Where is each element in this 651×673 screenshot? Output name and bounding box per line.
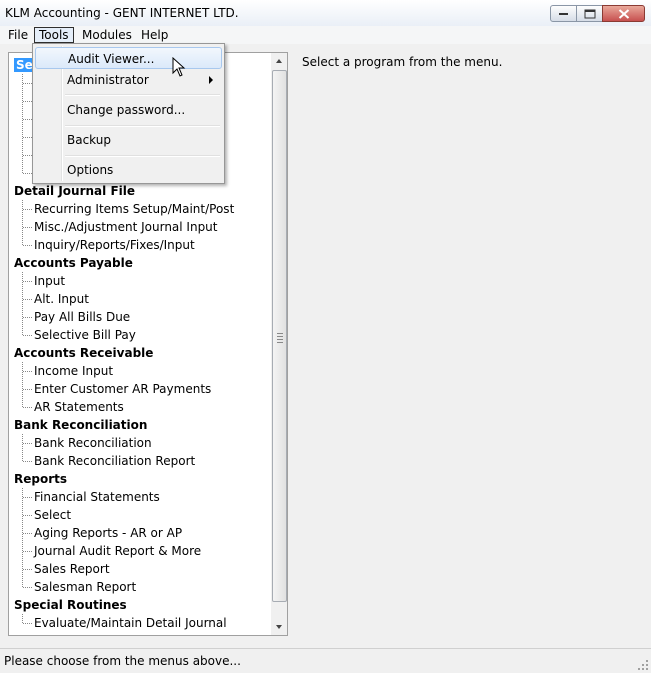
tree-item[interactable]: Enter Customer AR Payments (34, 380, 211, 398)
minimize-button[interactable] (550, 5, 577, 22)
minimize-icon (558, 12, 568, 15)
close-button[interactable] (602, 5, 645, 22)
backup-label: Backup (67, 133, 111, 147)
scroll-up-button[interactable] (271, 53, 287, 69)
menu-separator (65, 155, 220, 157)
tree-category[interactable]: Accounts Receivable (14, 344, 153, 362)
tree-category[interactable]: Bank Reconciliation (14, 416, 147, 434)
scroll-down-button[interactable] (271, 619, 287, 635)
app-window: KLM Accounting - GENT INTERNET LTD. File… (0, 0, 651, 673)
menu-help[interactable]: Help (137, 27, 172, 43)
menu-modules[interactable]: Modules (78, 27, 136, 43)
options-label: Options (67, 163, 114, 177)
tree-item[interactable]: Input (34, 272, 65, 290)
tree-item[interactable]: Select (34, 506, 71, 524)
menu-item-backup[interactable]: Backup (35, 129, 222, 151)
tree-item[interactable]: Inquiry/Reports/Fixes/Input (34, 236, 195, 254)
tree-item[interactable]: AR Statements (34, 398, 124, 416)
maximize-button[interactable] (576, 5, 603, 22)
scroll-grip (277, 333, 283, 345)
tree-item[interactable]: Sales Report (34, 560, 110, 578)
close-icon (618, 8, 629, 19)
maximize-icon (584, 9, 595, 18)
menu-tools[interactable]: Tools (34, 27, 74, 43)
tree-item[interactable]: Financial Statements (34, 488, 160, 506)
tree-item[interactable]: Recurring Items Setup/Maint/Post (34, 200, 234, 218)
audit-viewer-label: Audit Viewer... (68, 52, 155, 66)
window-title: KLM Accounting - GENT INTERNET LTD. (5, 6, 239, 20)
tree-item[interactable]: Selective Bill Pay (34, 326, 136, 344)
status-text: Please choose from the menus above... (4, 654, 241, 668)
tree-category[interactable]: Reports (14, 470, 67, 488)
chevron-up-icon (276, 59, 282, 63)
tree-item[interactable]: Aging Reports - AR or AP (34, 524, 182, 542)
tree-category[interactable]: Special Routines (14, 596, 127, 614)
tree-item[interactable]: Bank Reconciliation Report (34, 452, 195, 470)
mouse-cursor-icon (172, 57, 186, 77)
tree-item[interactable]: Bank Reconciliation (34, 434, 152, 452)
tree-category[interactable]: Accounts Payable (14, 254, 133, 272)
tree-item[interactable]: Misc./Adjustment Journal Input (34, 218, 218, 236)
main-message: Select a program from the menu. (302, 55, 503, 69)
menu-bar: File Tools Modules Help (0, 26, 651, 44)
submenu-arrow-icon (209, 76, 213, 84)
tree-item[interactable]: Income Input (34, 362, 113, 380)
menu-item-audit-viewer[interactable]: Audit Viewer... (35, 47, 222, 69)
status-bar: Please choose from the menus above... (0, 648, 651, 673)
tree-item[interactable]: Salesman Report (34, 578, 136, 596)
tree-item[interactable]: Journal Audit Report & More (34, 542, 201, 560)
tree-category[interactable]: Detail Journal File (14, 182, 135, 200)
resize-grip-icon (638, 660, 648, 670)
menu-separator (65, 125, 220, 127)
tree-scrollbar[interactable] (271, 53, 287, 635)
tree-item[interactable]: Pay All Bills Due (34, 308, 130, 326)
menu-file[interactable]: File (4, 27, 32, 43)
change-password-label: Change password... (67, 103, 186, 117)
chevron-down-icon (276, 625, 282, 629)
tools-dropdown-menu: Audit Viewer... Administrator Change pas… (32, 43, 225, 184)
tree-item[interactable]: Alt. Input (34, 290, 89, 308)
title-bar[interactable]: KLM Accounting - GENT INTERNET LTD. (0, 0, 651, 28)
menu-item-options[interactable]: Options (35, 159, 222, 181)
menu-item-administrator[interactable]: Administrator (35, 69, 222, 91)
tree-item[interactable]: Evaluate/Maintain Detail Journal (34, 614, 227, 632)
administrator-label: Administrator (67, 73, 149, 87)
menu-separator (65, 94, 220, 96)
scroll-thumb[interactable] (272, 70, 287, 602)
menu-item-change-password[interactable]: Change password... (35, 99, 222, 121)
